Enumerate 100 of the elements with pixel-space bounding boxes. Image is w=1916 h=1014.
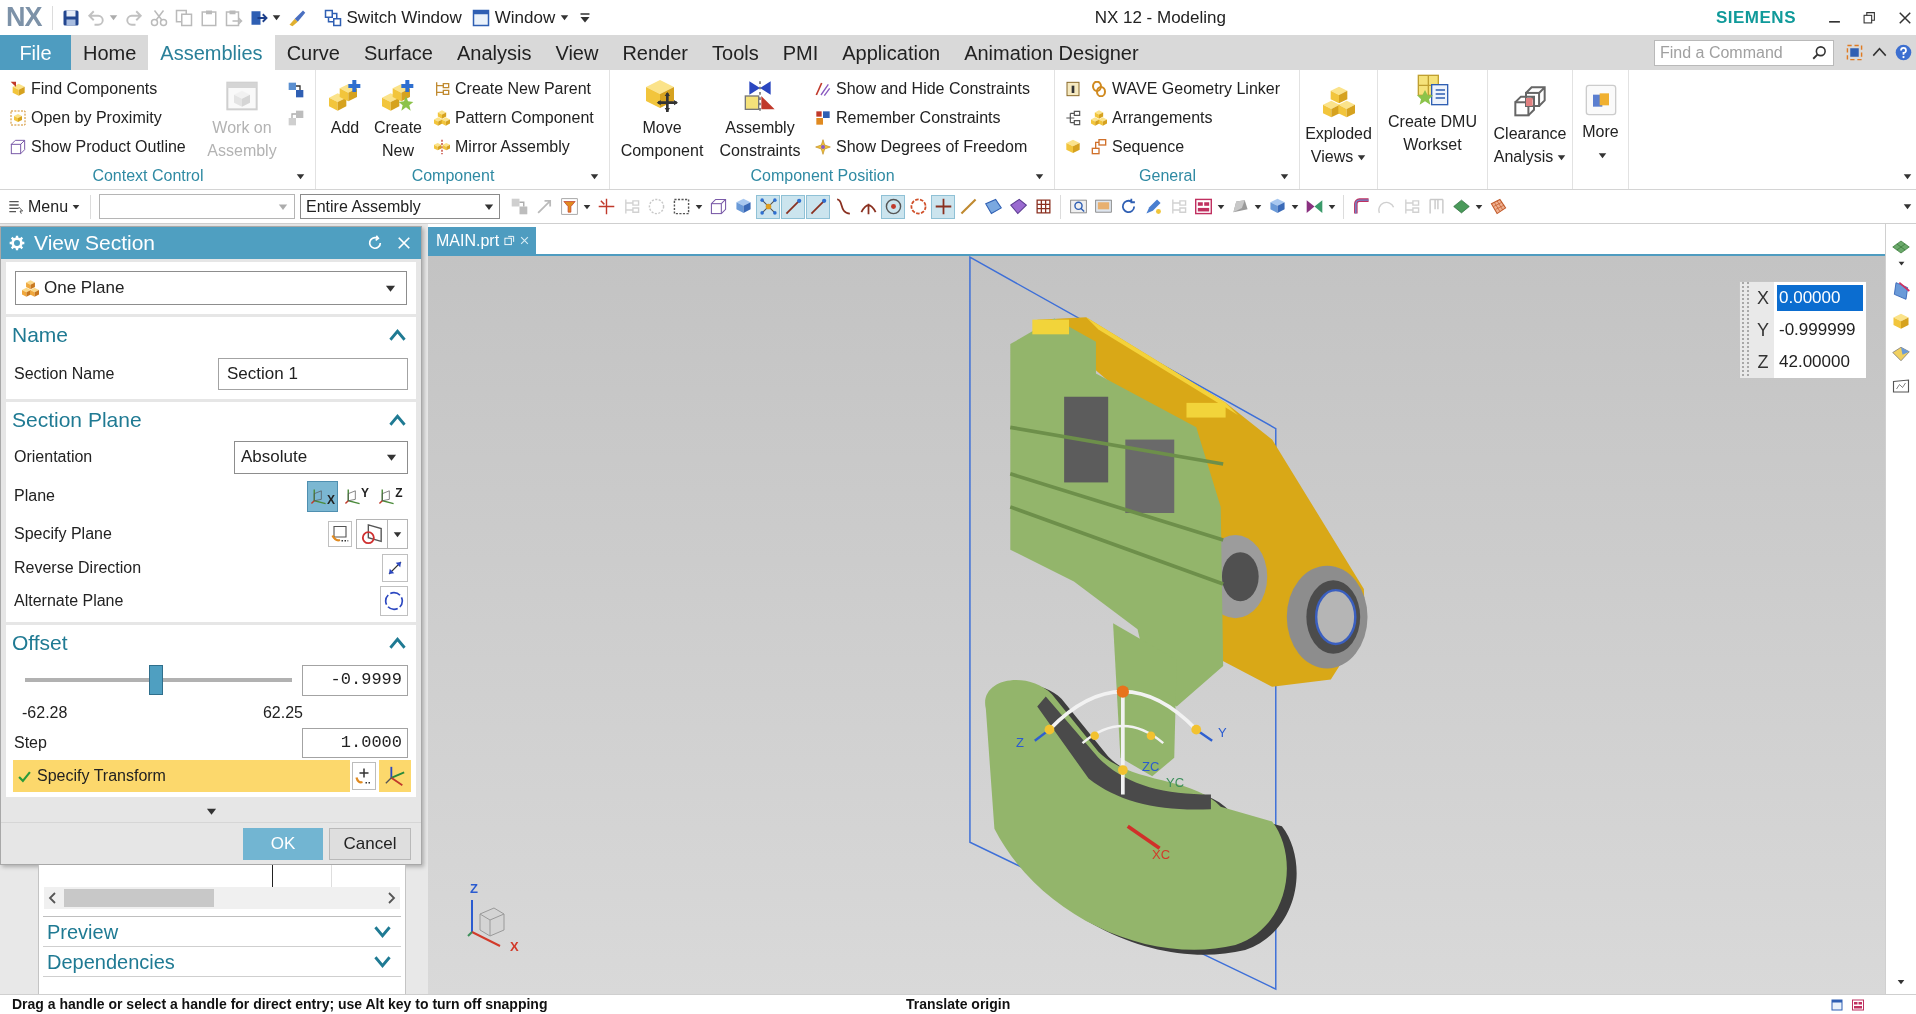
ribbon-tab[interactable]: Home [71, 35, 149, 70]
fit-window-icon[interactable] [1846, 44, 1863, 61]
ribbon-tab[interactable]: Animation Designer [952, 35, 1151, 70]
caret-down-icon[interactable] [271, 13, 281, 22]
ribbon-large-button[interactable]: Clearance Analysis [1487, 70, 1573, 189]
plane-axis-button[interactable]: Z [375, 480, 406, 512]
coordinate-field[interactable]: -0.999999 [1774, 314, 1866, 346]
ribbon-tab[interactable]: Curve [274, 35, 352, 70]
cancel-button[interactable]: Cancel [329, 827, 411, 860]
ribbon-command[interactable]: Mirror Assembly [434, 132, 594, 161]
caret-down-icon[interactable] [1291, 202, 1300, 211]
switch-window-button[interactable]: Switch Window [323, 4, 462, 31]
plane-type-button[interactable] [356, 519, 388, 549]
restore-icon[interactable] [1863, 11, 1876, 24]
slider-thumb[interactable] [148, 665, 163, 695]
branch-icon[interactable] [1065, 109, 1081, 126]
caret-down-icon[interactable] [1475, 202, 1484, 211]
ribbon-tab[interactable]: Render [610, 35, 700, 70]
grid-plane-icon[interactable] [1892, 238, 1910, 256]
drawing-frame-icon[interactable] [1892, 377, 1910, 395]
offset-value-field[interactable]: -0.9999 [302, 664, 408, 696]
step-field[interactable]: 1.0000 [302, 728, 408, 758]
ribbon-tab[interactable]: Assemblies [148, 35, 275, 70]
coordinate-field[interactable]: 42.00000 [1774, 346, 1866, 378]
ribbon-large-button[interactable]: Assembly Constraints [712, 74, 808, 163]
ribbon-tab[interactable]: Analysis [444, 35, 544, 70]
caret-down-icon[interactable] [1254, 202, 1263, 211]
ribbon-command[interactable]: Find Components [10, 74, 202, 103]
layout-icon[interactable] [1852, 998, 1864, 1011]
page-arrow-icon[interactable] [249, 8, 268, 27]
document-icon[interactable] [1065, 80, 1081, 97]
caret-down-icon[interactable] [1897, 260, 1905, 267]
plane-axis-button[interactable]: Y [341, 480, 372, 512]
window-menu-button[interactable]: Window [471, 4, 570, 31]
close-icon[interactable] [1898, 10, 1912, 25]
ribbon-command[interactable]: Sequence [1091, 132, 1185, 161]
reverse-direction-button[interactable] [382, 554, 408, 582]
caret-down-icon[interactable] [296, 171, 305, 181]
panel-section-header[interactable]: Dependencies [43, 947, 401, 977]
help-icon[interactable] [1895, 44, 1912, 61]
ribbon-command[interactable]: Show Degrees of Freedom [815, 132, 1030, 161]
caret-down-icon[interactable] [1328, 202, 1337, 211]
ribbon-large-button[interactable]: Add [322, 74, 368, 163]
ribbon-command[interactable]: Open by Proximity [10, 103, 202, 132]
section-name-field[interactable]: Section 1 [218, 358, 408, 390]
caret-down-icon[interactable] [1903, 172, 1912, 181]
group-header[interactable]: Name [6, 317, 416, 353]
horizontal-scrollbar[interactable] [44, 887, 400, 909]
ribbon-command[interactable]: Pattern Component [434, 103, 594, 132]
panel-section-header[interactable]: Preview [43, 917, 401, 947]
ribbon-command[interactable]: Create New Parent [434, 74, 594, 103]
caret-down-icon[interactable] [1897, 978, 1905, 986]
specify-transform-step[interactable]: Specify Transform [13, 760, 350, 792]
ribbon-large-button[interactable]: Move Component [612, 74, 712, 163]
ribbon-tab[interactable]: View [543, 35, 611, 70]
plane-dialog-button[interactable] [328, 521, 352, 547]
reset-icon[interactable] [367, 235, 383, 251]
plane-type-menu-button[interactable] [388, 519, 408, 549]
caret-down-icon[interactable] [1903, 202, 1912, 211]
caret-down-icon[interactable] [590, 171, 599, 181]
ribbon-command[interactable]: Remember Constraints [815, 103, 1030, 132]
ribbon-command[interactable]: Show Product Outline [10, 132, 202, 161]
caret-down-icon[interactable] [1217, 202, 1226, 211]
alternate-plane-button[interactable] [380, 586, 408, 616]
drag-handle[interactable] [1033, 685, 1214, 850]
ribbon-command[interactable]: Show and Hide Constraints [815, 74, 1030, 103]
ribbon-command[interactable]: Arrangements [1091, 103, 1213, 132]
slanted-plane-icon[interactable] [1891, 281, 1911, 301]
linked-squares-icon[interactable] [288, 82, 304, 98]
orientation-dropdown[interactable]: Absolute [234, 440, 408, 474]
group-header[interactable]: Offset [6, 625, 416, 661]
save-icon[interactable] [61, 8, 80, 27]
ribbon-large-button[interactable]: Exploded Views [1299, 70, 1378, 189]
ribbon-command[interactable]: WAVE Geometry Linker [1091, 74, 1281, 103]
point-dialog-button[interactable] [352, 762, 376, 790]
settings-icon[interactable] [9, 235, 25, 251]
window-icon[interactable] [1831, 998, 1843, 1011]
caret-down-icon[interactable] [695, 202, 704, 211]
ribbon-tab[interactable]: Surface [352, 35, 445, 70]
grip-icon[interactable] [1742, 282, 1750, 378]
caret-down-icon[interactable] [1280, 171, 1289, 181]
ribbon-large-button[interactable]: More [1572, 70, 1629, 189]
surface-icon[interactable] [1892, 345, 1910, 363]
coordinate-system-button[interactable] [379, 760, 411, 792]
pen-icon[interactable] [287, 8, 306, 27]
pin-window-icon[interactable] [504, 235, 516, 246]
ribbon-tab[interactable]: PMI [770, 35, 831, 70]
ribbon-large-button[interactable]: Create DMU Workset [1377, 70, 1488, 189]
type-dropdown[interactable]: One Plane [15, 271, 407, 305]
caret-down-icon[interactable] [583, 202, 592, 211]
ribbon-tab[interactable]: Tools [700, 35, 771, 70]
scope-dropdown[interactable]: Entire Assembly [300, 194, 501, 219]
ribbon-tab[interactable]: Application [830, 35, 953, 70]
plane-axis-button[interactable]: X [307, 480, 338, 512]
group-header[interactable]: Section Plane [6, 402, 416, 438]
customize-caret-icon[interactable] [579, 11, 592, 24]
command-search-field[interactable]: Find a Command [1654, 39, 1834, 66]
menu-button[interactable]: Menu [8, 194, 81, 219]
caret-down-icon[interactable] [1035, 171, 1044, 181]
coordinate-field[interactable]: 0.00000 [1774, 282, 1866, 314]
